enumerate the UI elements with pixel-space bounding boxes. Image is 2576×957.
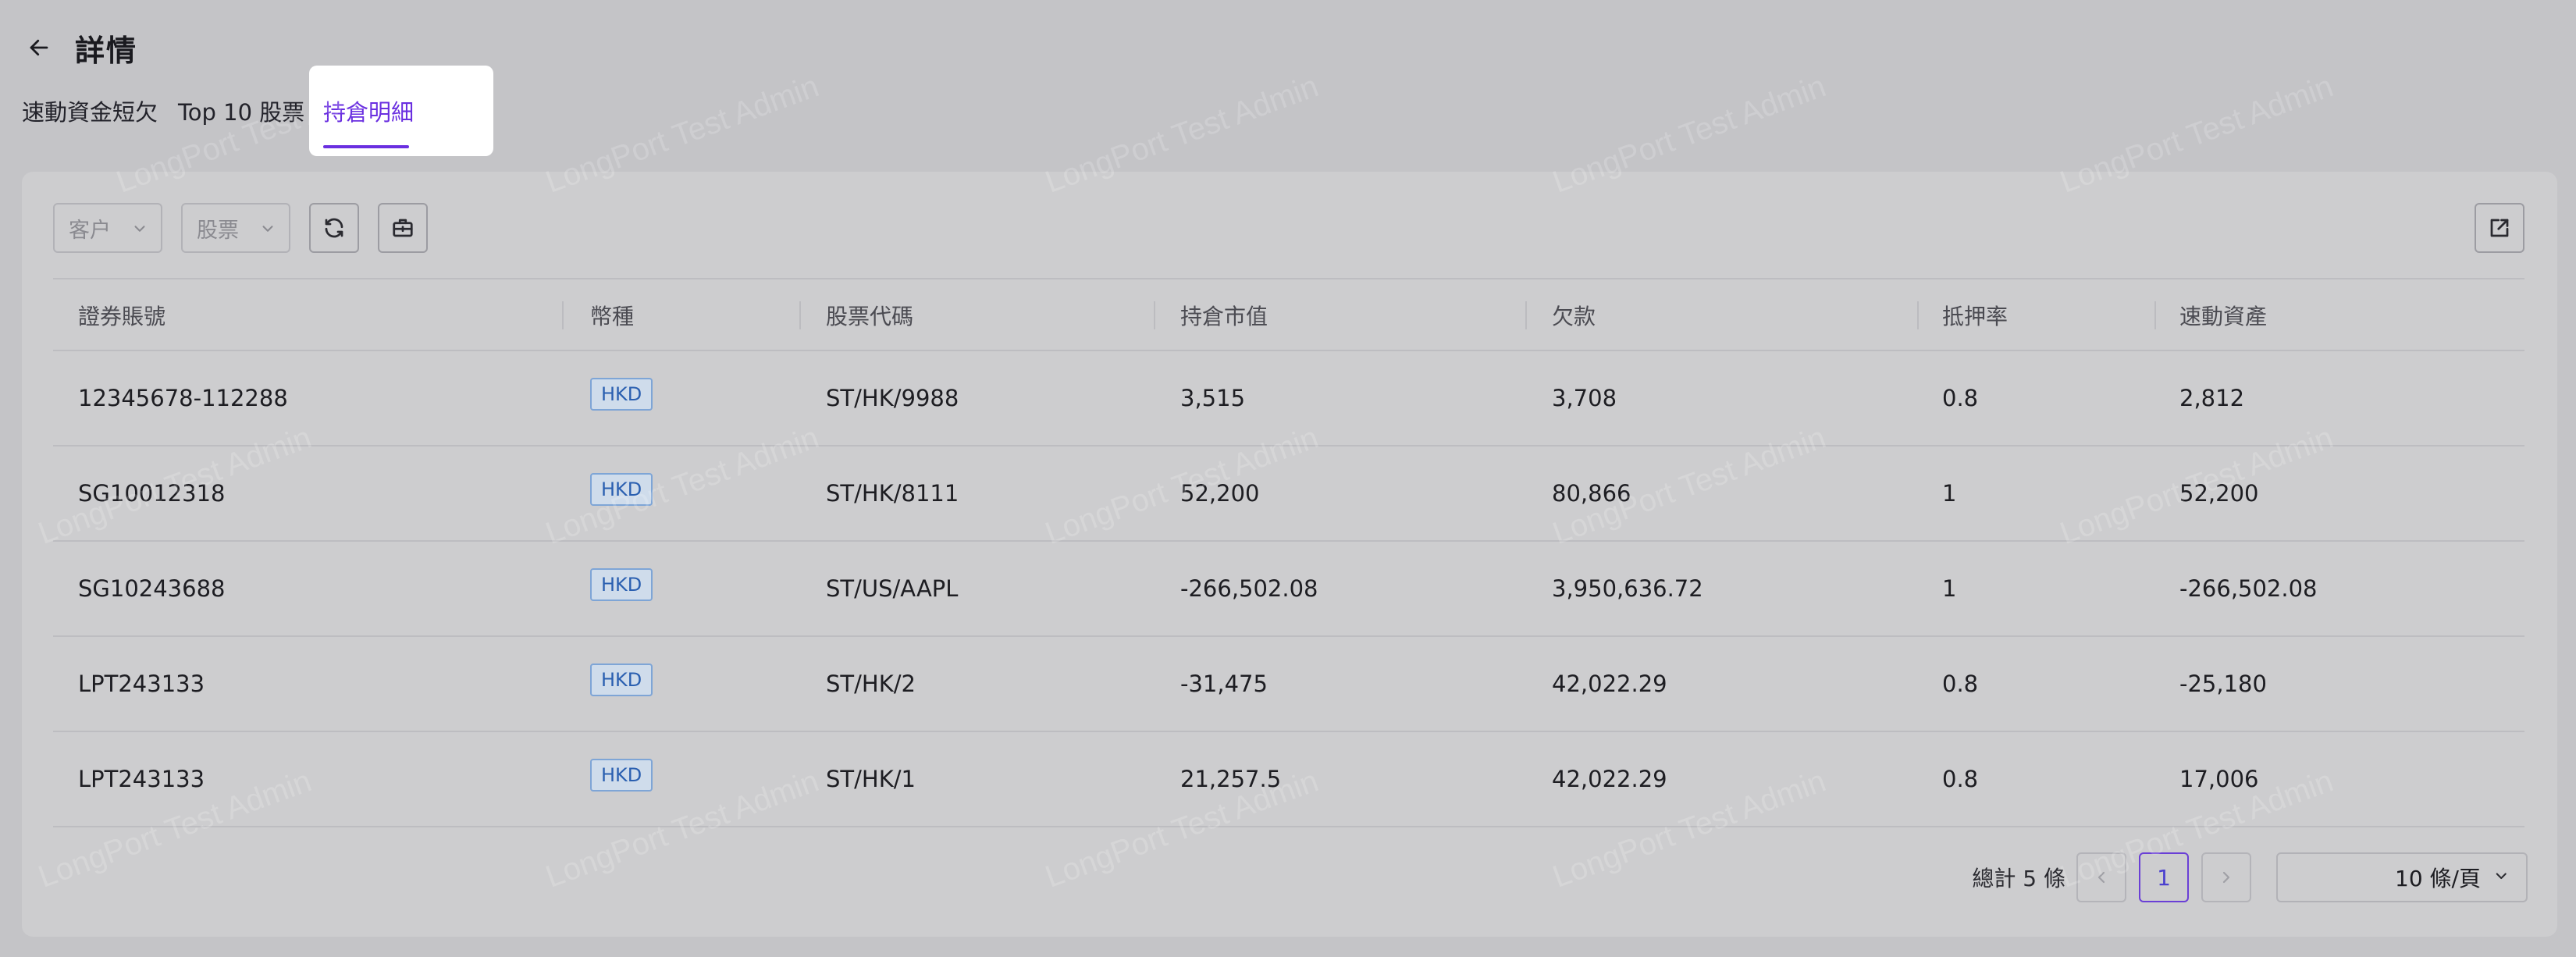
active-tab-indicator bbox=[323, 145, 409, 148]
briefcase-icon bbox=[393, 219, 413, 237]
page-size-label: 10 條/頁 bbox=[2395, 866, 2481, 891]
market-value-cell: -31,475 bbox=[1180, 671, 1268, 697]
market-value-cell: 3,515 bbox=[1180, 385, 1246, 411]
pagination: 總計 5 條 1 10 條/頁 bbox=[22, 852, 2557, 902]
chevron-down-icon bbox=[2496, 873, 2507, 880]
refresh-button[interactable] bbox=[309, 203, 359, 253]
stock-code-cell: ST/HK/9988 bbox=[826, 385, 959, 411]
account-cell: SG10012318 bbox=[78, 480, 226, 507]
page-number-button[interactable]: 1 bbox=[2139, 852, 2189, 902]
column-header: 持倉市值 bbox=[1180, 304, 1268, 329]
column-header: 股票代碼 bbox=[826, 304, 914, 329]
debt-cell: 42,022.29 bbox=[1552, 766, 1667, 792]
chevron-down-icon bbox=[262, 226, 273, 232]
table-row[interactable]: SG10243688 HKD ST/US/AAPL -266,502.08 3,… bbox=[53, 542, 2524, 637]
prev-page-button[interactable] bbox=[2076, 852, 2126, 902]
column-divider bbox=[799, 301, 801, 329]
stock-code-cell: ST/US/AAPL bbox=[826, 575, 959, 602]
pledge-ratio-cell: 0.8 bbox=[1942, 766, 1979, 792]
positions-table: 證券賬號 幣種 股票代碼 持倉市值 欠款 抵押率 速動資產 12345678-1… bbox=[53, 278, 2524, 827]
pledge-ratio-cell: 1 bbox=[1942, 575, 1957, 602]
page-header: 詳情 bbox=[22, 27, 137, 69]
client-select-placeholder: 客户 bbox=[69, 218, 111, 243]
debt-cell: 42,022.29 bbox=[1552, 671, 1667, 697]
debt-cell: 3,950,636.72 bbox=[1552, 575, 1703, 602]
refresh-icon bbox=[325, 218, 343, 238]
currency-badge: HKD bbox=[590, 759, 653, 792]
table-header: 證券賬號 幣種 股票代碼 持倉市值 欠款 抵押率 速動資產 bbox=[53, 278, 2524, 351]
table-row[interactable]: LPT243133 HKD ST/HK/2 -31,475 42,022.29 … bbox=[53, 637, 2524, 732]
back-button[interactable] bbox=[22, 30, 56, 65]
stock-code-cell: ST/HK/8111 bbox=[826, 480, 959, 507]
liquid-assets-cell: 2,812 bbox=[2179, 385, 2245, 411]
account-cell: 12345678-112288 bbox=[78, 385, 288, 411]
currency-badge: HKD bbox=[590, 568, 653, 601]
tab-liquid-shortfall[interactable]: 速動資金短欠 bbox=[22, 66, 158, 156]
column-header: 證券賬號 bbox=[78, 304, 166, 329]
page-size-select[interactable]: 10 條/頁 bbox=[2276, 852, 2528, 902]
market-value-cell: 52,200 bbox=[1180, 480, 1260, 507]
portfolio-button[interactable] bbox=[378, 203, 428, 253]
column-header: 欠款 bbox=[1552, 304, 1596, 329]
column-divider bbox=[562, 301, 564, 329]
column-header: 抵押率 bbox=[1942, 304, 2008, 329]
currency-badge: HKD bbox=[590, 473, 653, 506]
stock-code-cell: ST/HK/2 bbox=[826, 671, 916, 697]
pledge-ratio-cell: 0.8 bbox=[1942, 671, 1979, 697]
liquid-assets-cell: 17,006 bbox=[2179, 766, 2259, 792]
column-divider bbox=[2154, 301, 2156, 329]
column-header: 速動資產 bbox=[2179, 304, 2268, 329]
next-page-button[interactable] bbox=[2201, 852, 2251, 902]
total-count: 總計 5 條 bbox=[1972, 866, 2065, 891]
liquid-assets-cell: 52,200 bbox=[2179, 480, 2259, 507]
tab-position-details[interactable]: 持倉明細 bbox=[309, 66, 493, 156]
liquid-assets-cell: -25,180 bbox=[2179, 671, 2267, 697]
column-divider bbox=[1154, 301, 1155, 329]
stock-code-cell: ST/HK/1 bbox=[826, 766, 916, 792]
chevron-down-icon bbox=[134, 226, 145, 232]
liquid-assets-cell: -266,502.08 bbox=[2179, 575, 2318, 602]
tab-top10-stocks[interactable]: Top 10 股票 bbox=[178, 66, 304, 156]
toolbar: 客户 股票 bbox=[53, 203, 2524, 253]
content-card: 客户 股票 證券賬號 幣種 股票代碼 持倉市值 欠款 抵押率 速動資產 1234… bbox=[22, 172, 2557, 937]
pledge-ratio-cell: 1 bbox=[1942, 480, 1957, 507]
export-button[interactable] bbox=[2475, 203, 2524, 253]
currency-badge: HKD bbox=[590, 663, 653, 696]
account-cell: LPT243133 bbox=[78, 671, 205, 697]
chevron-left-icon bbox=[2097, 871, 2105, 884]
external-link-icon bbox=[2490, 219, 2509, 237]
client-select[interactable]: 客户 bbox=[53, 203, 162, 253]
arrow-left-icon bbox=[30, 39, 48, 56]
debt-cell: 80,866 bbox=[1552, 480, 1631, 507]
market-value-cell: 21,257.5 bbox=[1180, 766, 1282, 792]
tab-label: 持倉明細 bbox=[323, 99, 415, 126]
chevron-right-icon bbox=[2222, 871, 2230, 884]
account-cell: SG10243688 bbox=[78, 575, 226, 602]
column-divider bbox=[1917, 301, 1919, 329]
column-header: 幣種 bbox=[590, 304, 635, 329]
stock-select-placeholder: 股票 bbox=[197, 218, 239, 243]
page-title: 詳情 bbox=[75, 33, 138, 68]
stock-select[interactable]: 股票 bbox=[181, 203, 290, 253]
pledge-ratio-cell: 0.8 bbox=[1942, 385, 1979, 411]
market-value-cell: -266,502.08 bbox=[1180, 575, 1318, 602]
table-row[interactable]: 12345678-112288 HKD ST/HK/9988 3,515 3,7… bbox=[53, 351, 2524, 446]
table-row[interactable]: LPT243133 HKD ST/HK/1 21,257.5 42,022.29… bbox=[53, 732, 2524, 827]
table-row[interactable]: SG10012318 HKD ST/HK/8111 52,200 80,866 … bbox=[53, 446, 2524, 542]
column-divider bbox=[1525, 301, 1527, 329]
debt-cell: 3,708 bbox=[1552, 385, 1617, 411]
account-cell: LPT243133 bbox=[78, 766, 205, 792]
currency-badge: HKD bbox=[590, 378, 653, 411]
